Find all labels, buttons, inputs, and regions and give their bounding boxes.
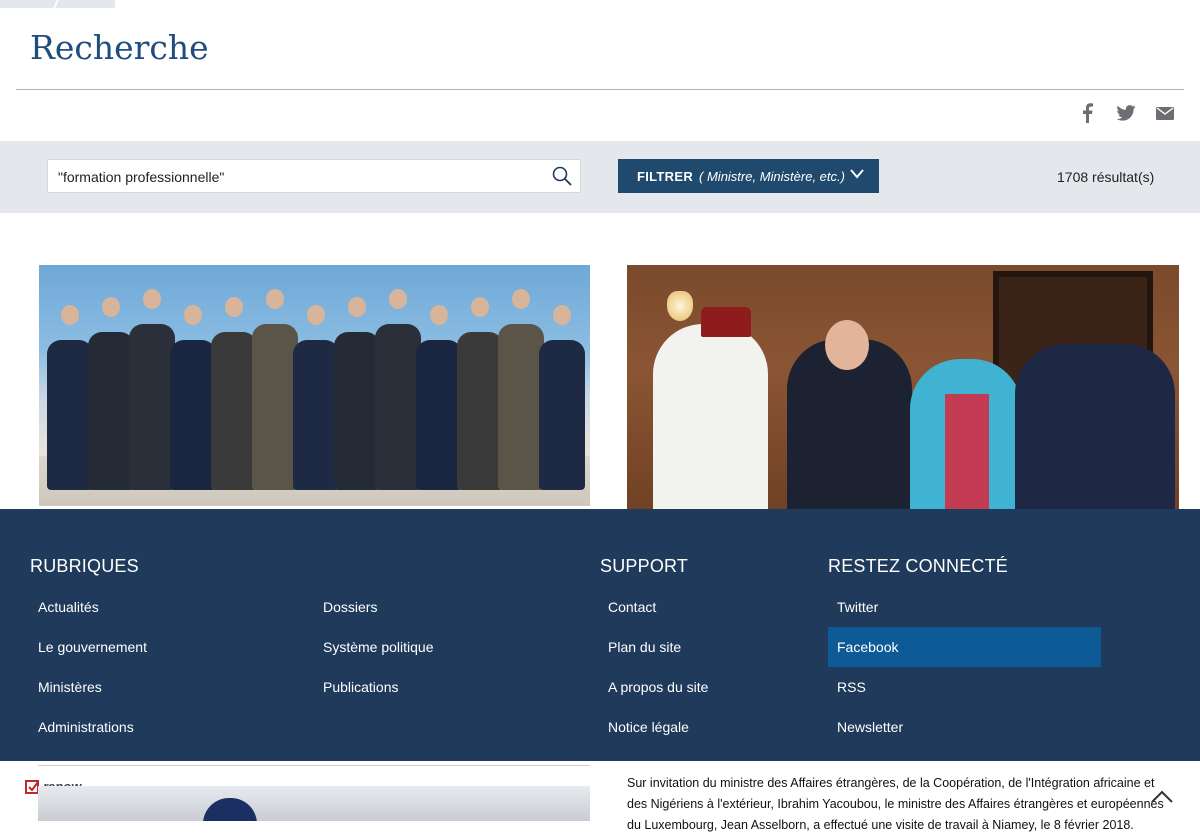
photo-person [1015, 344, 1175, 524]
photo-person [334, 332, 380, 490]
photo-face [825, 320, 869, 370]
mail-share-button[interactable] [1156, 101, 1174, 125]
photo-face [553, 305, 571, 325]
photo-face [307, 305, 325, 325]
result-image-group-photo[interactable] [39, 265, 590, 506]
photo-person [47, 340, 93, 490]
photo-face [430, 305, 448, 325]
page-title: Recherche [30, 28, 209, 67]
photo-person [252, 324, 298, 490]
chevron-down-icon [850, 169, 864, 179]
title-divider [16, 89, 1184, 90]
photo-cap [203, 798, 257, 821]
search-icon[interactable] [552, 166, 572, 186]
footer-link-publications[interactable]: Publications [323, 679, 399, 695]
photo-person [88, 332, 134, 490]
site-footer: RUBRIQUES SUPPORT RESTEZ CONNECTÉ Actual… [0, 509, 1200, 761]
photo-dress [945, 394, 989, 524]
photo-face [389, 289, 407, 309]
result-excerpt: Sur invitation du ministre des Affaires … [627, 776, 1164, 832]
mail-icon [1156, 106, 1174, 120]
footer-link-a-propos[interactable]: A propos du site [608, 679, 708, 695]
footer-link-notice-legale[interactable]: Notice légale [608, 719, 689, 735]
filter-button-hint: ( Ministre, Ministère, etc.) [699, 168, 845, 184]
footer-link-rss[interactable]: RSS [837, 679, 866, 695]
top-tab-strip [0, 0, 115, 8]
checkmark-icon [25, 779, 39, 794]
photo-face [225, 297, 243, 317]
twitter-share-button[interactable] [1115, 101, 1137, 125]
footer-heading-support: SUPPORT [600, 556, 689, 576]
footer-link-ministeres[interactable]: Ministères [38, 679, 102, 695]
photo-face [266, 289, 284, 309]
footer-link-plan-du-site[interactable]: Plan du site [608, 639, 681, 655]
search-input[interactable]: "formation professionnelle" [47, 159, 581, 193]
footer-link-actualites[interactable]: Actualités [38, 599, 99, 615]
search-input-value: "formation professionnelle" [58, 169, 225, 185]
result-image-partial[interactable] [38, 786, 590, 821]
facebook-share-button[interactable] [1078, 101, 1096, 125]
filter-button-label: FILTRER [637, 168, 694, 184]
photo-person [211, 332, 257, 490]
footer-link-facebook[interactable]: Facebook [837, 639, 898, 655]
footer-link-gouvernement[interactable]: Le gouvernement [38, 639, 147, 655]
photo-face [471, 297, 489, 317]
card-divider [38, 765, 590, 766]
photo-face [143, 289, 161, 309]
photo-person [170, 340, 216, 490]
photo-person [498, 324, 544, 490]
footer-heading-rubriques: RUBRIQUES [30, 556, 139, 576]
footer-link-dossiers[interactable]: Dossiers [323, 599, 377, 615]
photo-lamp [667, 291, 693, 321]
footer-link-newsletter[interactable]: Newsletter [837, 719, 903, 735]
footer-link-systeme-politique[interactable]: Système politique [323, 639, 434, 655]
photo-person [653, 324, 768, 524]
facebook-icon [1083, 103, 1093, 123]
photo-face [61, 305, 79, 325]
photo-person [293, 340, 339, 490]
photo-person [539, 340, 585, 490]
scroll-to-top-button[interactable] [1150, 790, 1174, 809]
photo-face [184, 305, 202, 325]
photo-face [512, 289, 530, 309]
photo-person [129, 324, 175, 490]
footer-link-contact[interactable]: Contact [608, 599, 656, 615]
photo-face [348, 297, 366, 317]
twitter-icon [1116, 105, 1136, 121]
footer-heading-connect: RESTEZ CONNECTÉ [828, 556, 1009, 576]
photo-person [457, 332, 503, 490]
filter-button[interactable]: FILTRER ( Ministre, Ministère, etc.) [618, 159, 879, 193]
photo-person [375, 324, 421, 490]
footer-link-twitter[interactable]: Twitter [837, 599, 878, 615]
chevron-up-icon [1151, 790, 1173, 803]
result-image-delegation-photo[interactable] [627, 265, 1179, 524]
result-count: 1708 résultat(s) [1057, 169, 1155, 185]
photo-hat [701, 307, 751, 337]
photo-face [102, 297, 120, 317]
footer-link-administrations[interactable]: Administrations [38, 719, 134, 735]
photo-person [416, 340, 462, 490]
